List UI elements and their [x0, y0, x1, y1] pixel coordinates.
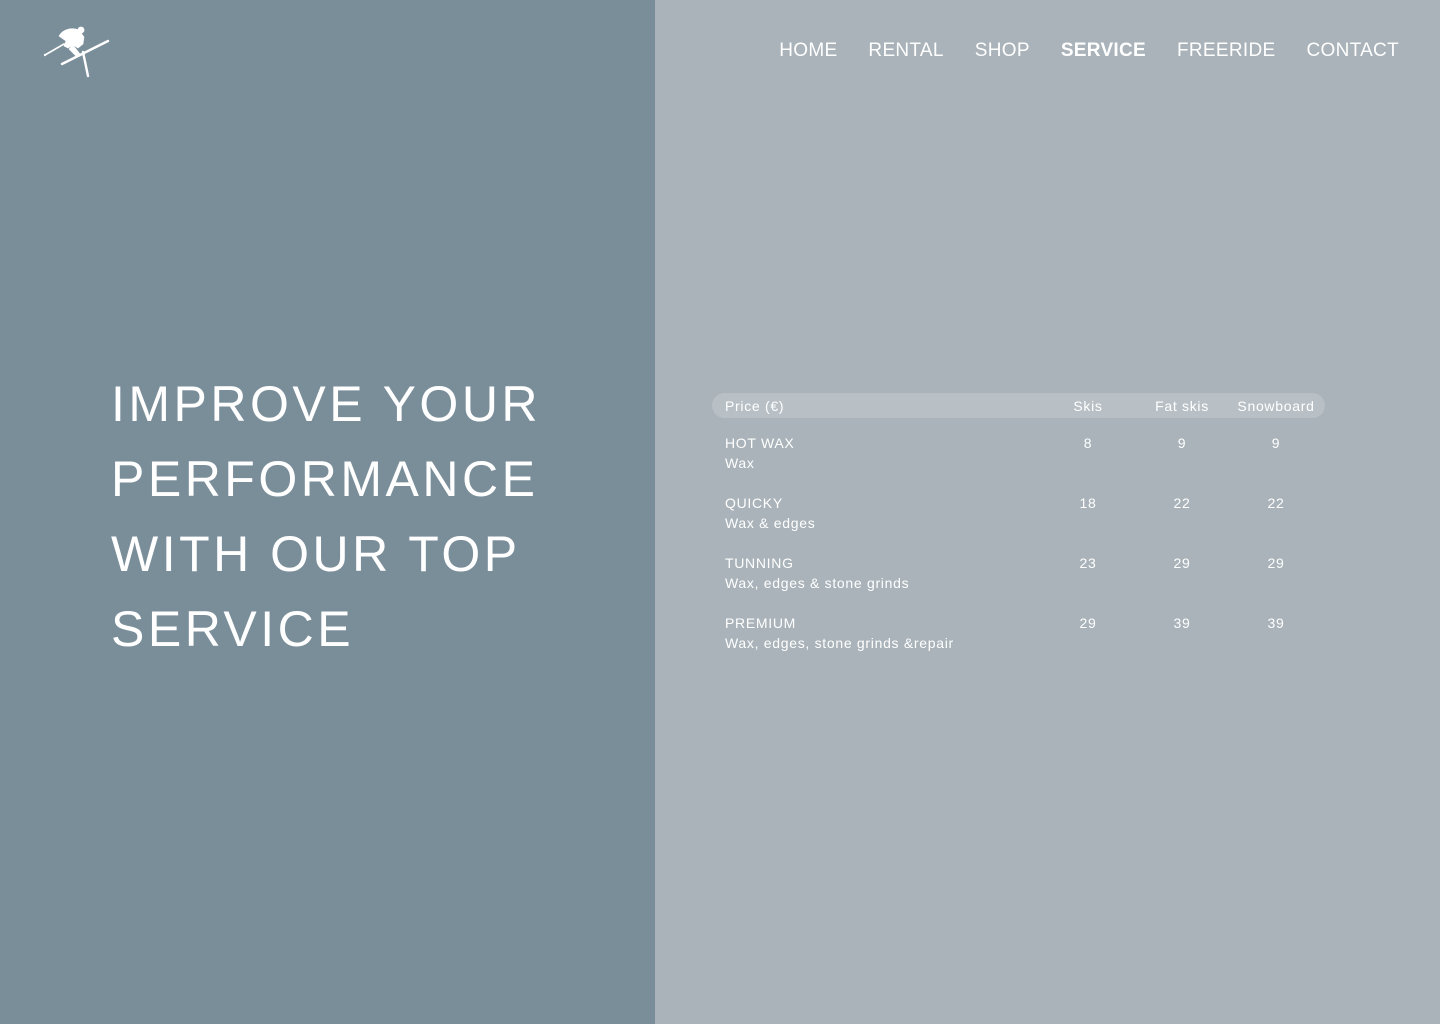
service-name: PREMIUM — [725, 615, 797, 631]
service-name: HOT WAX — [725, 435, 795, 451]
service-name: QUICKY — [725, 495, 783, 511]
nav-item-home[interactable]: HOME — [779, 40, 837, 62]
price-skis: 18 — [1079, 495, 1097, 511]
price-skis: 29 — [1079, 615, 1097, 631]
price-fat-skis: 22 — [1173, 495, 1191, 511]
header-price: Price (€) — [725, 397, 785, 414]
table-body: HOT WAX Wax 8 9 9 QUICKY Wax & edges 18 … — [712, 418, 1325, 653]
header-skis: Skis — [1073, 397, 1103, 414]
price-fat-skis: 29 — [1173, 555, 1191, 571]
nav-item-contact[interactable]: CONTACT — [1306, 40, 1399, 62]
hero-line: PERFORMANCE — [111, 451, 539, 507]
hero-line: SERVICE — [111, 601, 355, 657]
table-row: PREMIUM Wax, edges, stone grinds &repair… — [712, 613, 1325, 653]
price-skis: 8 — [1083, 435, 1093, 451]
service-cell: PREMIUM Wax, edges, stone grinds &repair — [725, 613, 1041, 653]
service-name: TUNNING — [725, 555, 794, 571]
price-table: Price (€) Skis Fat skis Snowboard HOT WA… — [712, 393, 1325, 653]
table-row: HOT WAX Wax 8 9 9 — [712, 433, 1325, 473]
hero-heading: IMPROVE YOUR PERFORMANCE WITH OUR TOP SE… — [111, 367, 541, 667]
service-cell: TUNNING Wax, edges & stone grinds — [725, 553, 1041, 593]
price-skis: 23 — [1079, 555, 1097, 571]
price-snowboard: 9 — [1271, 435, 1281, 451]
price-fat-skis: 9 — [1177, 435, 1187, 451]
main-nav: HOME RENTAL SHOP SERVICE FREERIDE CONTAC… — [779, 40, 1399, 62]
nav-item-service[interactable]: SERVICE — [1061, 40, 1146, 62]
service-description: Wax & edges — [725, 515, 816, 531]
hero-line: WITH OUR TOP — [111, 526, 521, 582]
table-header: Price (€) Skis Fat skis Snowboard — [712, 393, 1325, 418]
nav-item-freeride[interactable]: FREERIDE — [1177, 40, 1275, 62]
skier-icon[interactable] — [42, 24, 110, 80]
right-panel: HOME RENTAL SHOP SERVICE FREERIDE CONTAC… — [655, 0, 1440, 1024]
page: IMPROVE YOUR PERFORMANCE WITH OUR TOP SE… — [0, 0, 1440, 1024]
service-description: Wax — [725, 455, 755, 471]
header-fat-skis: Fat skis — [1155, 397, 1209, 414]
table-row: QUICKY Wax & edges 18 22 22 — [712, 493, 1325, 533]
service-description: Wax, edges, stone grinds &repair — [725, 635, 954, 651]
price-snowboard: 39 — [1267, 615, 1285, 631]
header-snowboard: Snowboard — [1237, 397, 1315, 414]
price-fat-skis: 39 — [1173, 615, 1191, 631]
price-snowboard: 22 — [1267, 495, 1285, 511]
service-cell: QUICKY Wax & edges — [725, 493, 1041, 533]
price-snowboard: 29 — [1267, 555, 1285, 571]
service-description: Wax, edges & stone grinds — [725, 575, 910, 591]
nav-item-rental[interactable]: RENTAL — [868, 40, 943, 62]
table-row: TUNNING Wax, edges & stone grinds 23 29 … — [712, 553, 1325, 593]
hero-line: IMPROVE YOUR — [111, 376, 542, 432]
left-panel: IMPROVE YOUR PERFORMANCE WITH OUR TOP SE… — [0, 0, 655, 1024]
nav-item-shop[interactable]: SHOP — [975, 40, 1030, 62]
service-cell: HOT WAX Wax — [725, 433, 1041, 473]
